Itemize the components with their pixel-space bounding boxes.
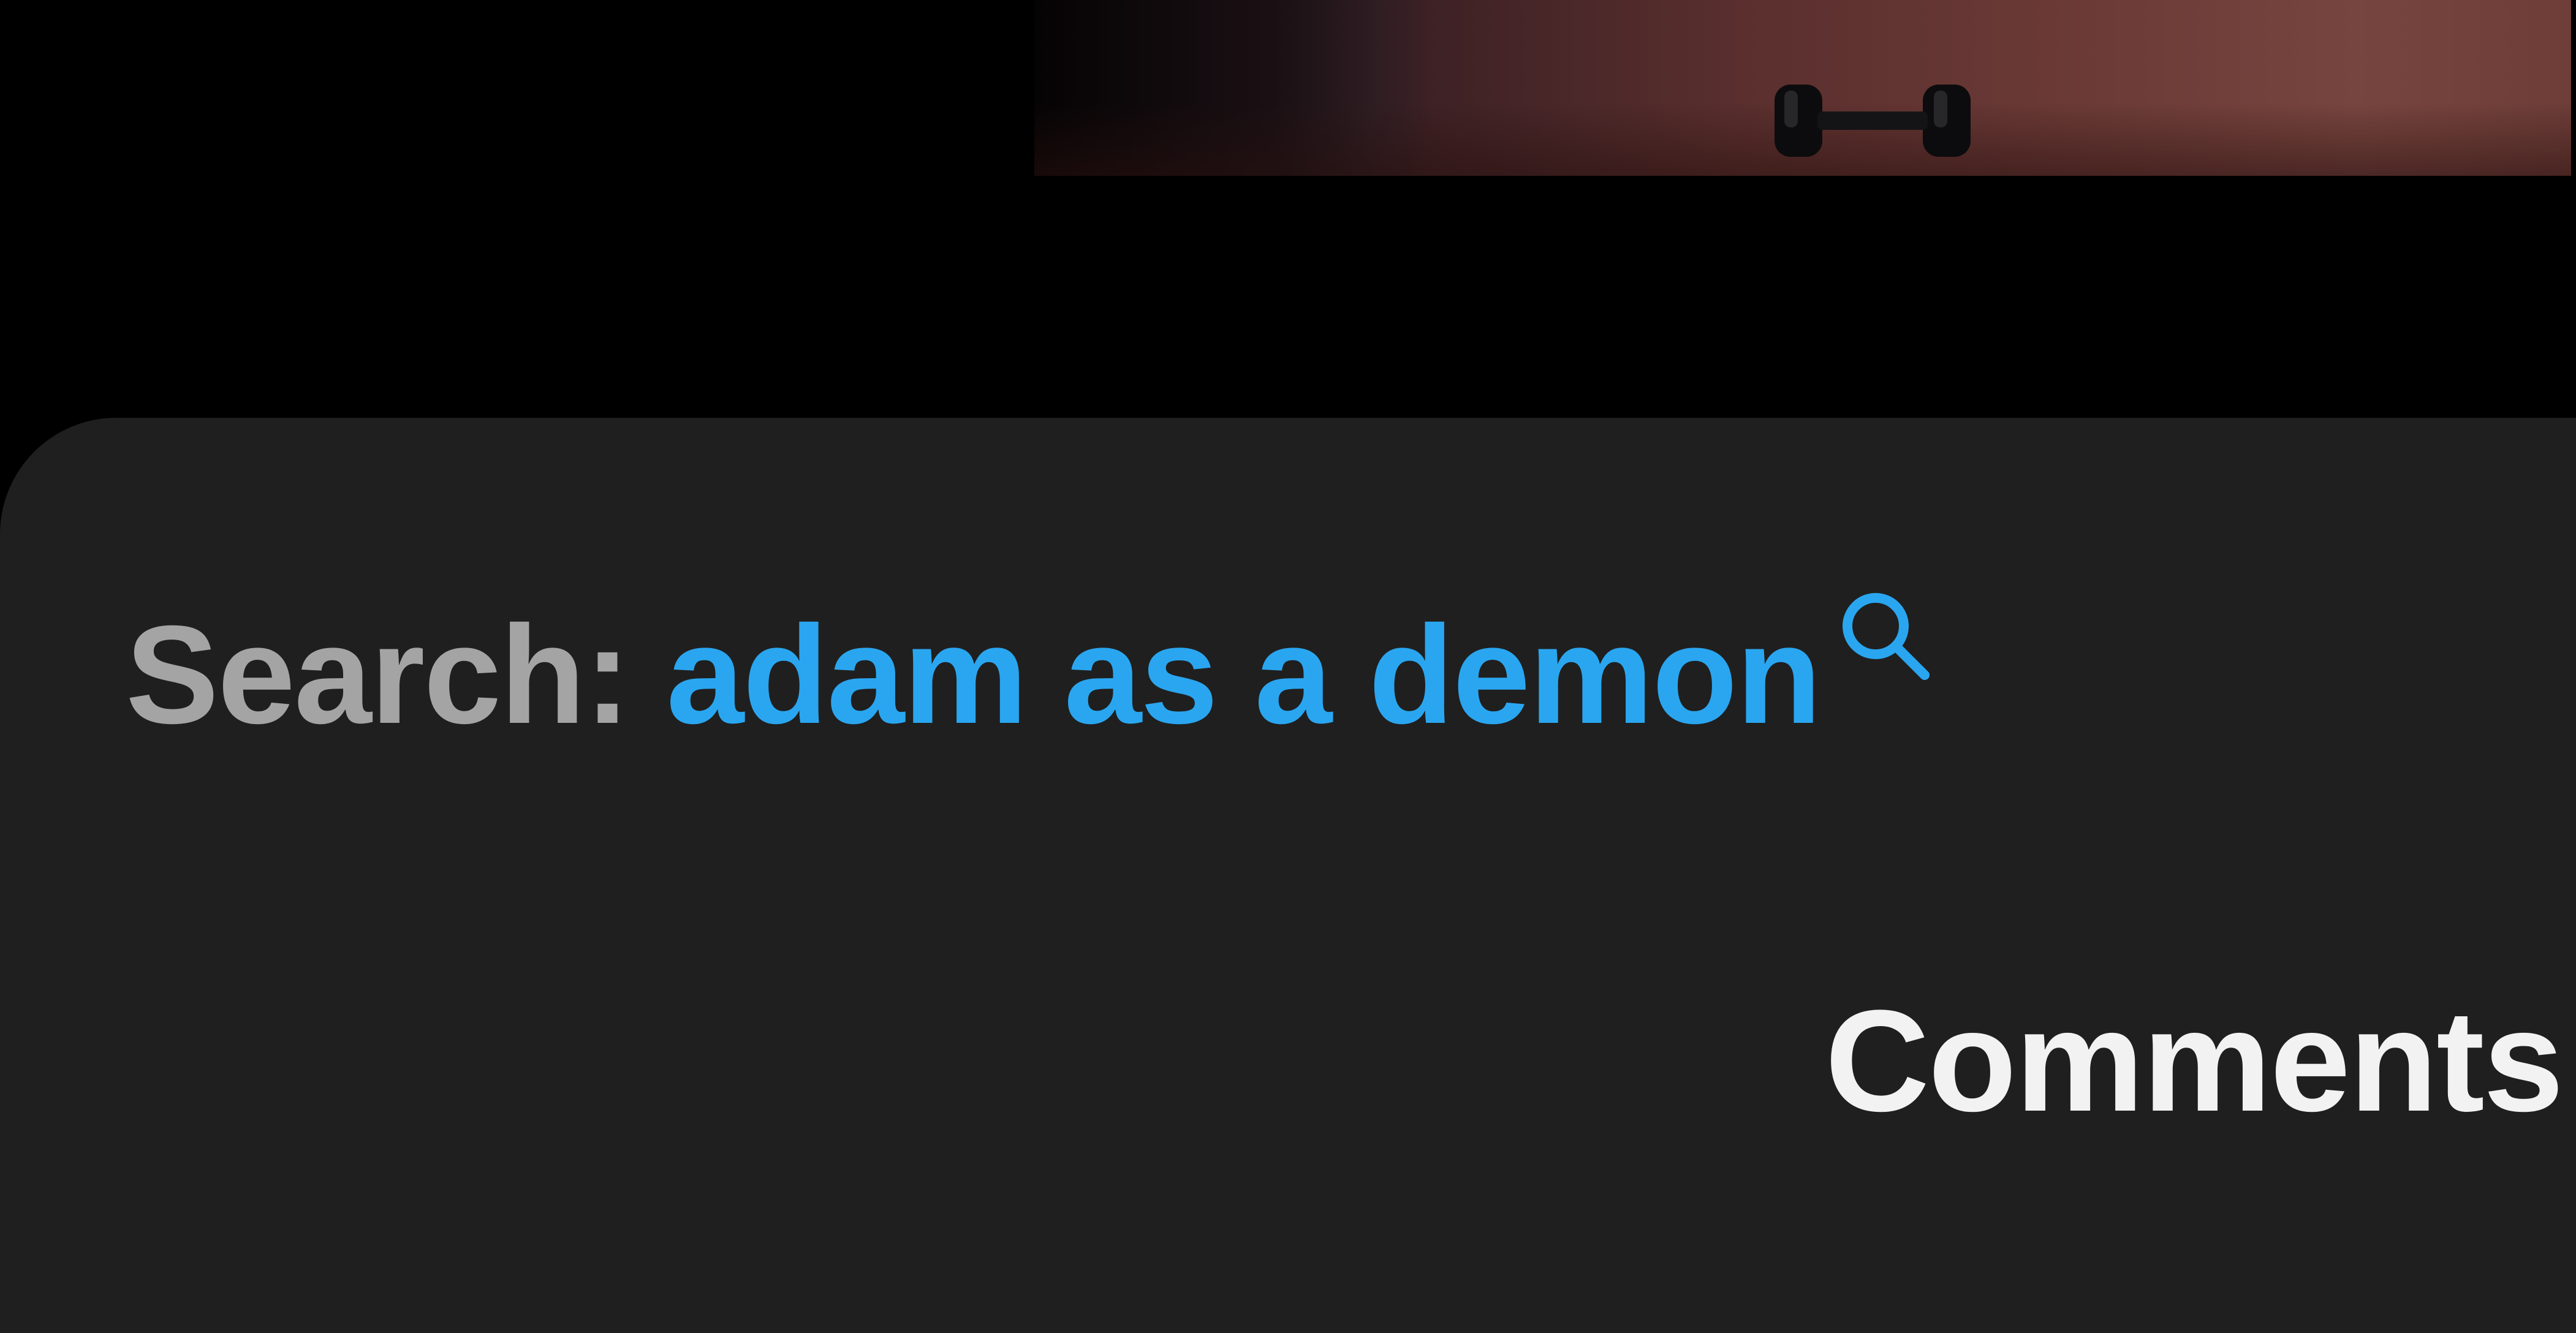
video-frame[interactable] [1034, 0, 2571, 176]
video-letterbox [0, 176, 2576, 418]
screen: Search: adam as a demon Comments [0, 0, 2576, 1333]
search-icon[interactable] [1827, 577, 1937, 687]
dumbbell-icon [1775, 85, 1971, 157]
video-player[interactable] [0, 0, 2576, 176]
search-query-link[interactable]: adam as a demon [666, 602, 1821, 749]
search-label: Search: [126, 597, 631, 753]
comments-sheet: Search: adam as a demon Comments [0, 418, 2576, 1333]
comments-title: Comments [1825, 980, 2564, 1142]
comment-search-suggestion[interactable]: Search: adam as a demon [126, 593, 1937, 753]
